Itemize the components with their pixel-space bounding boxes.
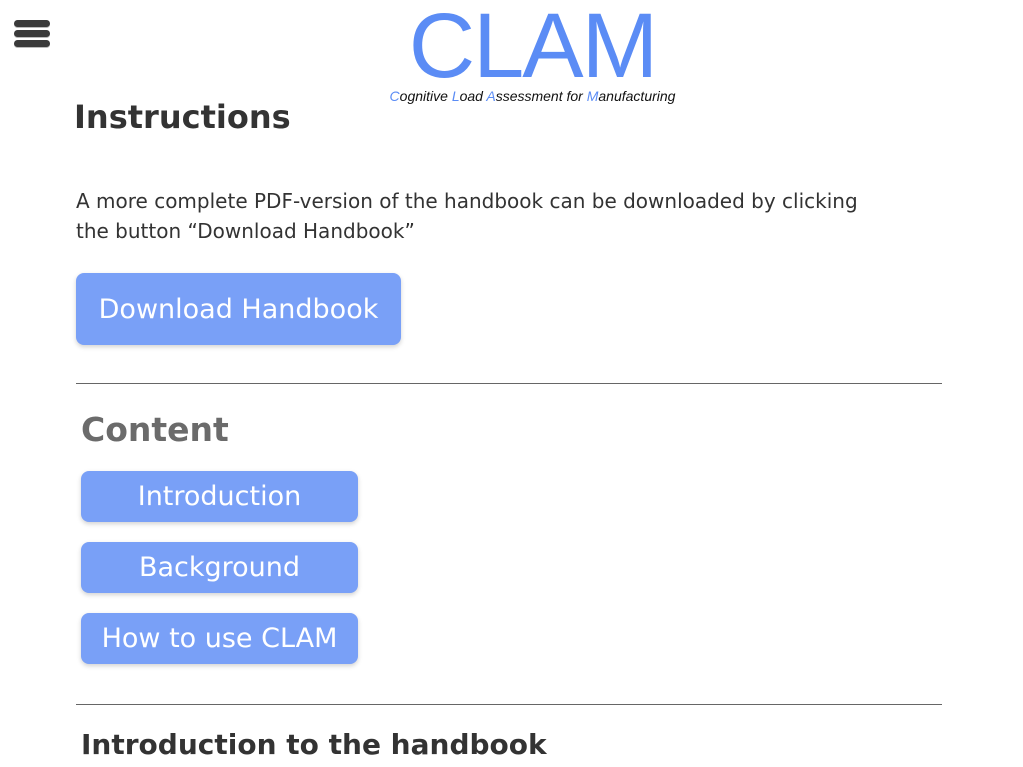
instructions-description: A more complete PDF-version of the handb… (76, 189, 858, 243)
logo-text: CLAM (408, 0, 659, 97)
hamburger-menu-icon[interactable] (14, 20, 50, 48)
section-title: Introduction to the handbook (81, 728, 547, 761)
clam-logo: CLAM Cognitive Load Assessment for Manuf… (370, 0, 695, 104)
content-background-button[interactable]: Background (81, 542, 358, 593)
divider (76, 383, 942, 384)
content-how-to-use-button[interactable]: How to use CLAM (81, 613, 358, 664)
content-title: Content (81, 410, 229, 449)
logo-subtitle: Cognitive Load Assessment for Manufactur… (389, 88, 676, 104)
content-introduction-button[interactable]: Introduction (81, 471, 358, 522)
divider (76, 704, 942, 705)
page-title: Instructions (74, 98, 291, 136)
download-handbook-button[interactable]: Download Handbook (76, 273, 401, 345)
